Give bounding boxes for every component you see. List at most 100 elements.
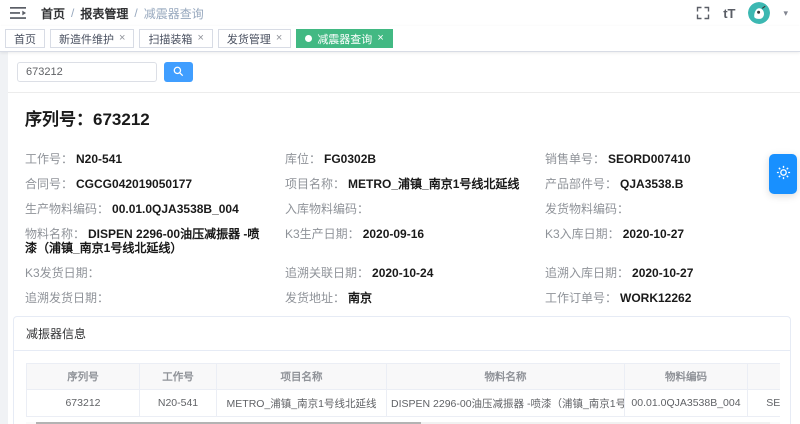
field-inbound-material-code: 入库物料编码： bbox=[285, 202, 545, 216]
gear-icon bbox=[776, 165, 791, 183]
search-button[interactable] bbox=[164, 62, 193, 82]
field-label: 工作号： bbox=[25, 152, 73, 166]
search-row bbox=[8, 52, 800, 93]
field-value: 2020-09-16 bbox=[363, 227, 424, 241]
field-production-material-code: 生产物料编码：00.01.0QJA3538B_004 bbox=[25, 202, 285, 216]
field-value: N20-541 bbox=[76, 152, 122, 166]
col-project-name: 项目名称 bbox=[217, 364, 387, 390]
field-value: 南京 bbox=[348, 291, 372, 305]
col-work-no: 工作号 bbox=[140, 364, 217, 390]
cell-serial-no: 673212 bbox=[27, 390, 140, 417]
table-header-row: 序列号 工作号 项目名称 物料名称 物料编码 销售单号 bbox=[27, 364, 781, 390]
field-contract-no: 合同号：CGCG042019050177 bbox=[25, 177, 285, 191]
magnifier-icon bbox=[173, 65, 184, 80]
tab-close-icon[interactable]: × bbox=[197, 33, 203, 44]
tab-label: 首页 bbox=[14, 31, 36, 47]
damper-info-card-title: 减振器信息 bbox=[14, 317, 790, 351]
navbar-right-tools: tT ▾ bbox=[696, 2, 788, 24]
cell-material-name: DISPEN 2296-00油压减振器 -喷漆（浦镇_南京1号线北延线） bbox=[387, 390, 625, 417]
field-value: CGCG042019050177 bbox=[76, 177, 192, 191]
tags-view-bar: 首页 新造件维护 × 扫描装箱 × 发货管理 × 减震器查询 × bbox=[0, 26, 800, 52]
tab-close-icon[interactable]: × bbox=[276, 33, 282, 44]
field-work-order-no: 工作订单号：WORK12262 bbox=[545, 291, 800, 305]
field-label: 工作订单号： bbox=[545, 291, 617, 305]
col-sales-order: 销售单号 bbox=[748, 364, 781, 390]
field-label: 发货物料编码： bbox=[545, 202, 629, 216]
field-label: K3入库日期： bbox=[545, 227, 620, 241]
breadcrumb-item-current: 减震器查询 bbox=[144, 5, 204, 22]
field-value: SEORD007410 bbox=[608, 152, 691, 166]
breadcrumb: 首页 / 报表管理 / 减震器查询 bbox=[41, 5, 204, 22]
field-sales-order: 销售单号：SEORD007410 bbox=[545, 152, 800, 166]
cell-sales-order: SEORD007410 bbox=[748, 390, 781, 417]
table-row: 673212 N20-541 METRO_浦镇_南京1号线北延线 DISPEN … bbox=[27, 390, 781, 417]
field-k3-inbound-date: K3入库日期：2020-10-27 bbox=[545, 227, 800, 255]
user-menu-caret-icon[interactable]: ▾ bbox=[783, 8, 788, 19]
field-label: 追溯关联日期： bbox=[285, 266, 369, 280]
field-k3-production-date: K3生产日期：2020-09-16 bbox=[285, 227, 545, 255]
field-value: QJA3538.B bbox=[620, 177, 683, 191]
field-label: 项目名称： bbox=[285, 177, 345, 191]
field-label: 追溯发货日期： bbox=[25, 291, 109, 305]
tab-close-icon[interactable]: × bbox=[377, 33, 383, 44]
sidebar-toggle-hamburger-icon[interactable] bbox=[10, 6, 26, 20]
breadcrumb-item-reports[interactable]: 报表管理 bbox=[80, 5, 128, 22]
serial-search-input[interactable] bbox=[17, 62, 157, 82]
field-label: K3发货日期： bbox=[25, 266, 100, 280]
tab-label: 减震器查询 bbox=[317, 31, 372, 47]
damper-info-card-body: 序列号 工作号 项目名称 物料名称 物料编码 销售单号 673212 bbox=[14, 351, 790, 424]
field-value: METRO_浦镇_南京1号线北延线 bbox=[348, 177, 519, 191]
tab-new-part-maintenance[interactable]: 新造件维护 × bbox=[50, 29, 134, 48]
field-label: 追溯入库日期： bbox=[545, 266, 629, 280]
tab-label: 扫描装箱 bbox=[148, 31, 192, 47]
field-k3-shipping-date: K3发货日期： bbox=[25, 266, 285, 280]
content-panel: 序列号：673212 工作号：N20-541 库位：FG0302B 销售单号：S… bbox=[8, 52, 800, 424]
field-value: 00.01.0QJA3538B_004 bbox=[112, 202, 239, 216]
cell-material-code: 00.01.0QJA3538B_004 bbox=[625, 390, 748, 417]
col-serial-no: 序列号 bbox=[27, 364, 140, 390]
col-material-code: 物料编码 bbox=[625, 364, 748, 390]
damper-info-card: 减振器信息 序列号 工作号 项目名称 物料名称 bbox=[13, 316, 791, 424]
field-trace-inbound-date: 追溯入库日期：2020-10-27 bbox=[545, 266, 800, 280]
field-label: 物料名称： bbox=[25, 227, 85, 241]
field-label: 产品部件号： bbox=[545, 177, 617, 191]
user-avatar[interactable] bbox=[748, 2, 770, 24]
field-label: 库位： bbox=[285, 152, 321, 166]
field-label: 生产物料编码： bbox=[25, 202, 109, 216]
field-label: 销售单号： bbox=[545, 152, 605, 166]
page-title-value: 673212 bbox=[93, 110, 150, 129]
settings-fab-button[interactable] bbox=[769, 154, 797, 194]
detail-fields-grid: 工作号：N20-541 库位：FG0302B 销售单号：SEORD007410 … bbox=[25, 152, 800, 316]
field-value: 2020-10-27 bbox=[623, 227, 684, 241]
fullscreen-icon[interactable] bbox=[696, 6, 710, 20]
field-label: 合同号： bbox=[25, 177, 73, 191]
page-title-label: 序列号： bbox=[25, 110, 93, 129]
page-title: 序列号：673212 bbox=[25, 105, 800, 130]
cell-work-no: N20-541 bbox=[140, 390, 217, 417]
top-navbar: 首页 / 报表管理 / 减震器查询 tT ▾ bbox=[0, 0, 800, 26]
field-value: FG0302B bbox=[324, 152, 376, 166]
col-material-name: 物料名称 bbox=[387, 364, 625, 390]
tab-scan-packing[interactable]: 扫描装箱 × bbox=[139, 29, 212, 48]
tab-close-icon[interactable]: × bbox=[119, 33, 125, 44]
field-trace-link-date: 追溯关联日期：2020-10-24 bbox=[285, 266, 545, 280]
breadcrumb-separator: / bbox=[71, 6, 74, 20]
tab-shipping-management[interactable]: 发货管理 × bbox=[218, 29, 291, 48]
field-trace-shipping-date: 追溯发货日期： bbox=[25, 291, 285, 305]
breadcrumb-item-home[interactable]: 首页 bbox=[41, 5, 65, 22]
damper-table: 序列号 工作号 项目名称 物料名称 物料编码 销售单号 673212 bbox=[26, 363, 780, 417]
field-material-name: 物料名称：DISPEN 2296-00油压减振器 -喷漆（浦镇_南京1号线北延线… bbox=[25, 227, 285, 255]
field-label: K3生产日期： bbox=[285, 227, 360, 241]
active-tab-dot bbox=[305, 35, 312, 42]
font-size-icon[interactable]: tT bbox=[723, 6, 735, 21]
main-area: 序列号：673212 工作号：N20-541 库位：FG0302B 销售单号：S… bbox=[0, 52, 800, 424]
breadcrumb-separator: / bbox=[134, 6, 137, 20]
cell-project-name: METRO_浦镇_南京1号线北延线 bbox=[217, 390, 387, 417]
field-value: 2020-10-24 bbox=[372, 266, 433, 280]
field-value: WORK12262 bbox=[620, 291, 691, 305]
field-location: 库位：FG0302B bbox=[285, 152, 545, 166]
tab-damper-query-active[interactable]: 减震器查询 × bbox=[296, 29, 392, 48]
field-work-no: 工作号：N20-541 bbox=[25, 152, 285, 166]
tab-home[interactable]: 首页 bbox=[5, 29, 45, 48]
field-project-name: 项目名称：METRO_浦镇_南京1号线北延线 bbox=[285, 177, 545, 191]
